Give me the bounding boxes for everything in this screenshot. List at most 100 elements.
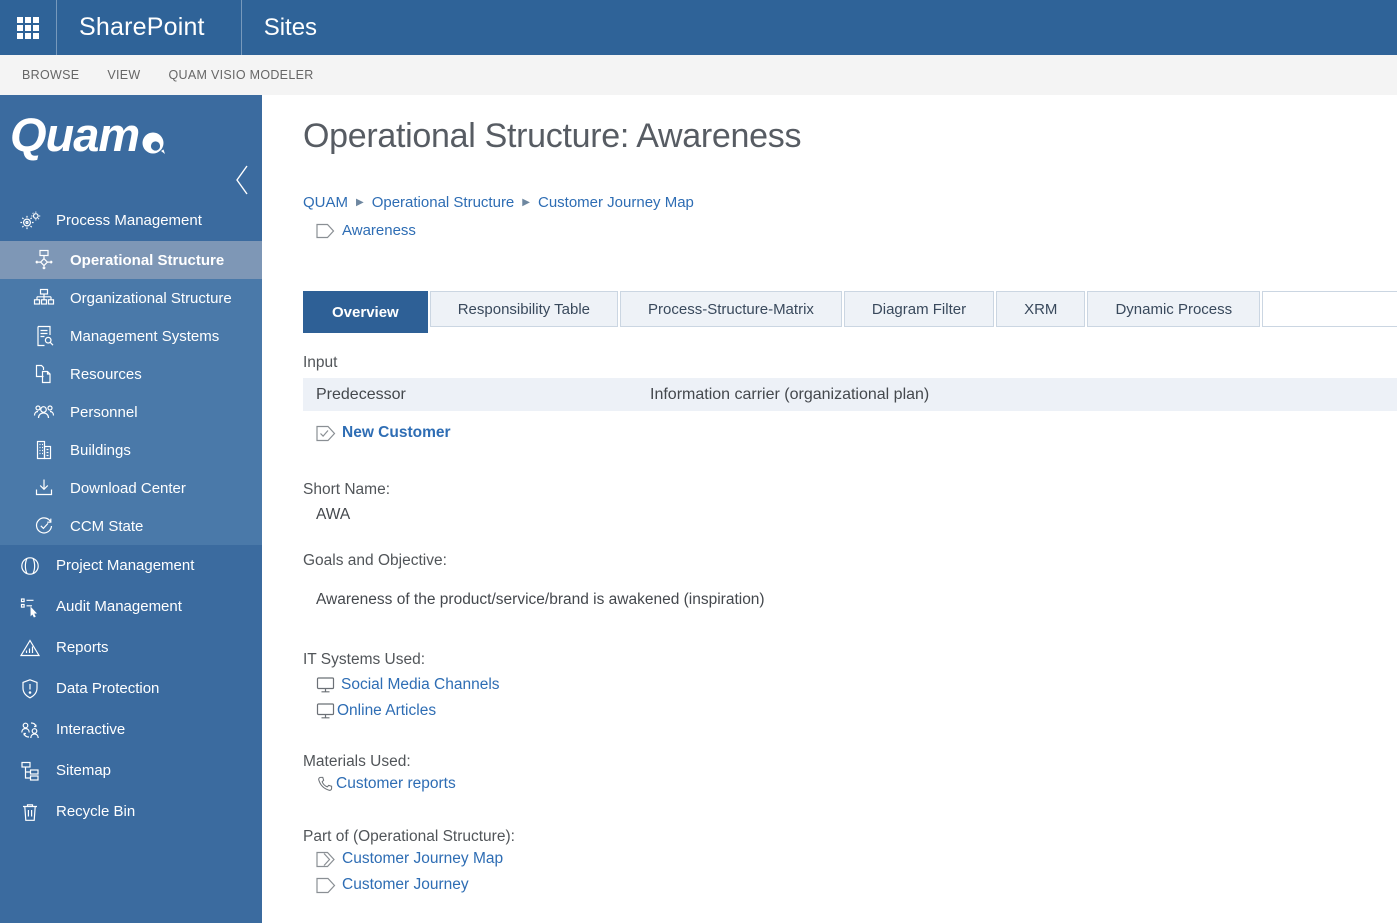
ribbon-bar: BROWSE VIEW QUAM VISIO MODELER — [0, 55, 1397, 95]
pentagon-icon — [316, 877, 336, 894]
sidebar-item-label: Management Systems — [70, 327, 220, 345]
sidebar-item-organizational-structure[interactable]: Organizational Structure — [0, 279, 262, 317]
sidebar-item-label: CCM State — [70, 517, 144, 535]
people-exchange-icon — [17, 718, 43, 742]
pages-icon — [31, 362, 57, 386]
sidebar-item-label: Interactive — [56, 721, 126, 738]
sidebar-item-label: Process Management — [56, 212, 202, 229]
link-label: Online Articles — [337, 702, 437, 719]
waffle-icon — [17, 16, 39, 39]
quam-logo[interactable]: Quam — [10, 109, 140, 161]
tab-responsibility-table[interactable]: Responsibility Table — [429, 291, 619, 327]
link-label: Customer Journey Map — [342, 850, 504, 867]
tab-process-structure-matrix[interactable]: Process-Structure-Matrix — [620, 291, 842, 327]
sidebar-item-label: Audit Management — [56, 598, 182, 615]
short-name-label: Short Name: — [303, 481, 391, 498]
phone-icon — [316, 775, 334, 793]
breadcrumb-current-awareness[interactable]: Awareness — [342, 222, 416, 239]
gears-icon — [17, 209, 43, 233]
sidebar-item-download-center[interactable]: Download Center — [0, 469, 262, 507]
sidebar-item-reports[interactable]: Reports — [0, 627, 262, 668]
it-system-link-social-media-channels[interactable]: Social Media Channels — [316, 672, 1397, 698]
monitor-icon — [316, 702, 335, 720]
breadcrumb-link-operational-structure[interactable]: Operational Structure — [372, 194, 515, 211]
sidebar-item-label: Operational Structure — [70, 251, 225, 269]
breadcrumb: QUAM ▶ Operational Structure ▶ Customer … — [303, 194, 1397, 211]
logo-block: Quam — [0, 95, 262, 200]
sharepoint-brand-link[interactable]: SharePoint — [57, 0, 241, 55]
sidebar-item-project-management[interactable]: Project Management — [0, 545, 262, 586]
sidebar-item-label: Reports — [56, 639, 109, 656]
sidebar-item-ccm-state[interactable]: CCM State — [0, 507, 262, 545]
sidebar-item-management-systems[interactable]: Management Systems — [0, 317, 262, 355]
sites-link[interactable]: Sites — [242, 0, 347, 55]
quam-logo-mark-icon — [141, 131, 167, 162]
sidebar: Quam Process Management Operational Stru… — [0, 95, 262, 923]
sidebar-item-recycle-bin[interactable]: Recycle Bin — [0, 791, 262, 832]
ribbon-tab-browse[interactable]: BROWSE — [22, 68, 79, 82]
materials-label: Materials Used: — [303, 753, 411, 770]
column-header-information-carrier: Information carrier (organizational plan… — [650, 385, 930, 403]
sidebar-item-label: Organizational Structure — [70, 289, 232, 307]
sidebar-item-label: Resources — [70, 365, 142, 383]
input-section-label: Input — [303, 354, 338, 371]
people-icon — [31, 400, 57, 424]
ribbon-tab-view[interactable]: VIEW — [107, 68, 140, 82]
suite-bar: SharePoint Sites — [0, 0, 1397, 55]
page-title: Operational Structure: Awareness — [303, 117, 802, 155]
sidebar-collapse-button[interactable] — [234, 163, 250, 202]
short-name-value: AWA — [316, 506, 351, 523]
tab-dynamic-process[interactable]: Dynamic Process — [1087, 291, 1261, 327]
tab-xrm[interactable]: XRM — [996, 291, 1086, 327]
goals-label: Goals and Objective: — [303, 552, 447, 569]
double-pentagon-icon — [316, 851, 336, 868]
sitemap-icon — [17, 759, 43, 783]
orgchart-icon — [31, 286, 57, 310]
sidebar-item-operational-structure[interactable]: Operational Structure — [0, 241, 262, 279]
column-header-predecessor: Predecessor — [316, 385, 406, 403]
globe-icon — [17, 554, 43, 578]
sync-check-icon — [31, 514, 57, 538]
part-of-link-customer-journey[interactable]: Customer Journey — [316, 872, 1397, 898]
main-content: Operational Structure: Awareness QUAM ▶ … — [262, 95, 1397, 923]
predecessor-link-new-customer[interactable]: New Customer — [316, 420, 1397, 446]
link-label: Customer Journey — [342, 876, 469, 893]
breadcrumb-separator-icon: ▶ — [522, 197, 530, 208]
part-of-label: Part of (Operational Structure): — [303, 828, 515, 845]
tab-diagram-filter[interactable]: Diagram Filter — [843, 291, 995, 327]
tab-strip-filler — [1262, 291, 1397, 327]
link-label: Customer reports — [336, 775, 456, 792]
app-launcher-button[interactable] — [0, 0, 56, 55]
material-link-customer-reports[interactable]: Customer reports — [316, 771, 1397, 797]
sidebar-item-interactive[interactable]: Interactive — [0, 709, 262, 750]
sidebar-item-process-management[interactable]: Process Management — [0, 200, 262, 241]
shield-exclamation-icon — [17, 677, 43, 701]
trash-icon — [17, 800, 43, 824]
download-icon — [31, 476, 57, 500]
link-label: Social Media Channels — [341, 676, 500, 693]
ribbon-tab-quam-visio-modeler[interactable]: QUAM VISIO MODELER — [169, 68, 314, 82]
tab-overview[interactable]: Overview — [303, 291, 428, 333]
sidebar-item-label: Buildings — [70, 441, 131, 459]
flowchart-icon — [31, 248, 57, 272]
sidebar-item-personnel[interactable]: Personnel — [0, 393, 262, 431]
report-chart-icon — [17, 636, 43, 660]
sidebar-item-data-protection[interactable]: Data Protection — [0, 668, 262, 709]
it-systems-label: IT Systems Used: — [303, 651, 426, 668]
checklist-cursor-icon — [17, 595, 43, 619]
goals-value: Awareness of the product/service/brand i… — [316, 591, 765, 608]
breadcrumb-link-customer-journey-map[interactable]: Customer Journey Map — [538, 194, 694, 211]
it-system-link-online-articles[interactable]: Online Articles — [316, 698, 1397, 724]
sidebar-item-label: Data Protection — [56, 680, 160, 697]
part-of-link-customer-journey-map[interactable]: Customer Journey Map — [316, 846, 1397, 872]
sidebar-item-audit-management[interactable]: Audit Management — [0, 586, 262, 627]
sidebar-item-resources[interactable]: Resources — [0, 355, 262, 393]
sidebar-item-label: Download Center — [70, 479, 186, 497]
sidebar-item-sitemap[interactable]: Sitemap — [0, 750, 262, 791]
monitor-icon — [316, 676, 335, 694]
breadcrumb-link-quam[interactable]: QUAM — [303, 194, 348, 211]
process-management-submenu: Operational Structure Organizational Str… — [0, 241, 262, 545]
sidebar-item-label: Sitemap — [56, 762, 112, 779]
input-table-header: Predecessor Information carrier (organiz… — [303, 378, 1397, 411]
sidebar-item-buildings[interactable]: Buildings — [0, 431, 262, 469]
